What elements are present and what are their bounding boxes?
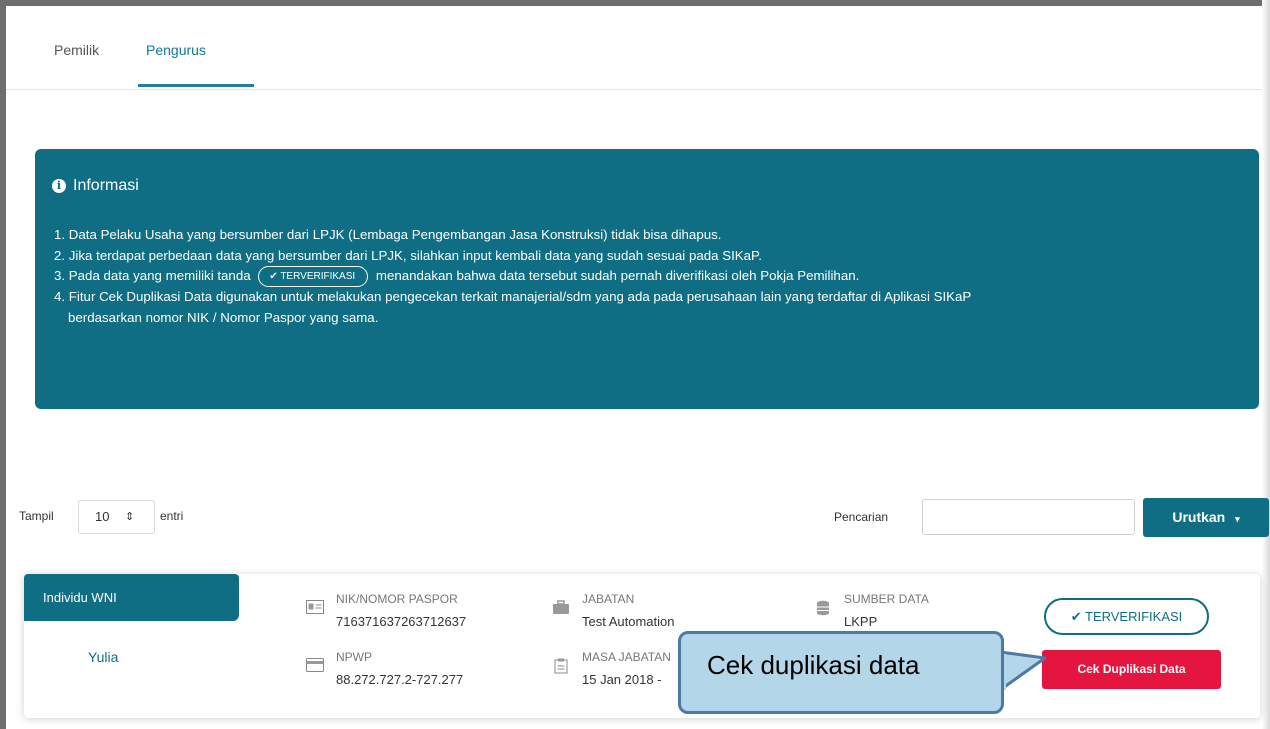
entries-select[interactable]: 10 ⇕	[78, 500, 155, 534]
sort-button-label: Urutkan	[1172, 509, 1226, 525]
pengurus-card: Individu WNI Yulia NIK/NOMOR PASPOR 7163…	[24, 574, 1260, 718]
select-arrows-icon: ⇕	[125, 511, 135, 523]
sumber-data-value: LKPP	[844, 614, 878, 629]
info-item-3-after: menandakan bahwa data tersebut sudah per…	[375, 268, 860, 284]
briefcase-icon	[553, 600, 569, 614]
active-tab-indicator	[138, 84, 254, 87]
masa-jabatan-label: MASA JABATAN	[582, 650, 671, 664]
jabatan-value: Test Automation	[582, 614, 675, 629]
inline-verified-badge-label: TERVERIFIKASI	[280, 271, 356, 283]
info-item-4: 4. Fitur Cek Duplikasi Data digunakan un…	[54, 289, 972, 305]
database-icon	[817, 600, 829, 616]
caret-down-icon: ▾	[1235, 514, 1240, 524]
npwp-value: 88.272.727.2-727.277	[336, 672, 464, 687]
info-list: 1. Data Pelaku Usaha yang bersumber dari…	[54, 225, 1254, 328]
info-panel: i Informasi 1. Data Pelaku Usaha yang be…	[35, 149, 1259, 409]
cek-duplikasi-button[interactable]: Cek Duplikasi Data	[1042, 650, 1221, 689]
tab-pengurus[interactable]: Pengurus	[146, 42, 206, 58]
info-item-3: 3. Pada data yang memiliki tanda ✔ TERVE…	[54, 266, 1254, 288]
window-frame-left	[0, 0, 6, 729]
inline-verified-badge: ✔ TERVERIFIKASI	[258, 266, 369, 288]
sumber-data-label: SUMBER DATA	[844, 592, 929, 606]
table-controls: Tampil 10 ⇕ entri Pencarian Urutkan ▾	[6, 495, 1269, 540]
credit-card-icon	[306, 658, 324, 672]
info-item-2: 2. Jika terdapat perbedaan data yang ber…	[54, 247, 762, 263]
window-frame-shadow	[1262, 0, 1270, 729]
search-label: Pencarian	[834, 510, 889, 524]
annotation-callout: Cek duplikasi data	[678, 631, 1004, 714]
verified-button[interactable]: ✔ TERVERIFIKASI	[1044, 598, 1209, 635]
nik-value: 716371637263712637	[336, 614, 467, 629]
tampil-label: Tampil	[19, 509, 54, 523]
info-item-3-before: 3. Pada data yang memiliki tanda	[54, 268, 251, 284]
tab-pemilik[interactable]: Pemilik	[54, 42, 99, 58]
search-input[interactable]	[922, 499, 1135, 535]
person-name: Yulia	[88, 649, 119, 665]
info-item-4-cont: berdasarkan nomor NIK / Nomor Paspor yan…	[68, 309, 379, 325]
npwp-label: NPWP	[336, 650, 372, 664]
entri-label: entri	[160, 509, 184, 523]
nik-label: NIK/NOMOR PASPOR	[336, 592, 458, 606]
category-label: Individu WNI	[24, 574, 239, 621]
info-heading: i Informasi	[52, 177, 139, 195]
verified-button-label: TERVERIFIKASI	[1085, 609, 1183, 624]
masa-jabatan-value: 15 Jan 2018 -	[582, 672, 662, 687]
check-icon: ✔	[1070, 609, 1082, 624]
callout-text: Cek duplikasi data	[707, 650, 920, 680]
info-title: Informasi	[73, 177, 139, 194]
entries-select-value: 10	[95, 509, 110, 524]
clipboard-icon	[554, 658, 568, 674]
check-icon: ✔	[269, 271, 278, 283]
id-card-icon	[306, 600, 324, 614]
jabatan-label: JABATAN	[582, 592, 635, 606]
sort-button[interactable]: Urutkan ▾	[1143, 498, 1269, 537]
info-icon: i	[52, 179, 66, 193]
tab-bar: Pemilik Pengurus	[6, 6, 1262, 90]
info-item-1: 1. Data Pelaku Usaha yang bersumber dari…	[54, 227, 722, 242]
